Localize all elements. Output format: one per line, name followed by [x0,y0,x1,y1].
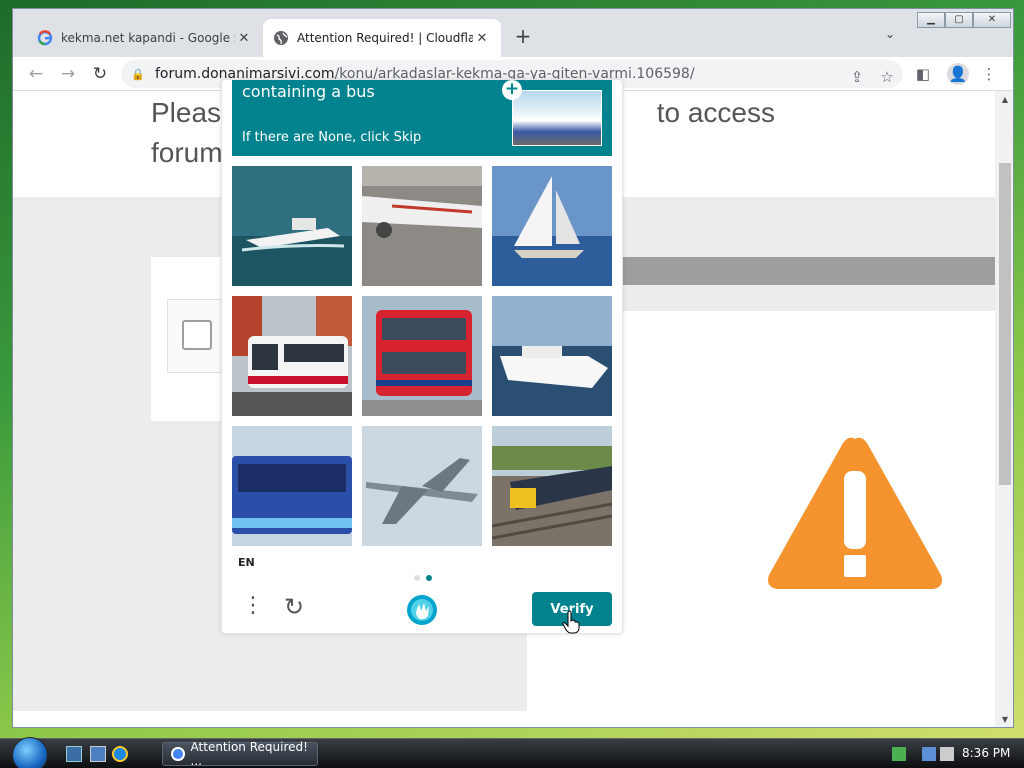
bookmark-star-icon[interactable]: ☆ [877,67,897,87]
tab-strip: kekma.net kapandi - Google Sear ✕ Attent… [13,9,1013,57]
maximize-button[interactable]: ▢ [945,12,973,28]
tab-title: kekma.net kapandi - Google Sear [61,31,235,45]
captcha-menu-kebab-icon[interactable]: ⋮ [242,592,264,622]
globe-icon [273,30,289,46]
captcha-prompt: containing a bus If there are None, clic… [232,80,612,156]
google-icon [37,30,53,46]
tab-cloudflare[interactable]: Attention Required! | Cloudflare ✕ [263,19,501,57]
scroll-down-arrow-icon[interactable]: ▼ [995,715,1013,724]
hcaptcha-checkbox[interactable] [182,320,212,350]
tab-title: Attention Required! | Cloudflare [297,31,473,45]
taskbar-window-label: Attention Required! ... [190,740,308,768]
side-panel-icon[interactable]: ◧ [913,64,933,84]
decorative-stripe [623,257,995,285]
browser-window: kekma.net kapandi - Google Sear ✕ Attent… [12,8,1014,728]
captcha-refresh-icon[interactable]: ↻ [280,594,308,622]
language-selector[interactable]: EN [238,556,255,569]
page-scrollbar[interactable]: ▲ ▼ [995,91,1013,727]
warning-triangle-icon [768,437,942,589]
captcha-tile-train[interactable] [492,426,612,546]
volume-muted-icon[interactable] [940,747,954,761]
back-arrow-icon[interactable]: ← [25,63,47,85]
close-window-button[interactable]: ✕ [973,12,1011,28]
tab-google-search[interactable]: kekma.net kapandi - Google Sear ✕ [27,19,263,57]
captcha-tile-white-yacht[interactable] [492,296,612,416]
page-dot-active [426,575,432,581]
taskbar: Attention Required! ... 8:36 PM [0,737,1024,768]
captcha-tile-double-decker-bus[interactable] [362,296,482,416]
switch-windows-icon[interactable] [90,746,106,762]
captcha-tile-city-bus[interactable] [232,296,352,416]
hcaptcha-logo-icon [407,595,437,625]
taskbar-window-button[interactable]: Attention Required! ... [162,740,318,768]
hcaptcha-challenge: containing a bus If there are None, clic… [221,79,623,634]
chrome-icon [171,747,185,761]
network-icon[interactable] [922,747,936,761]
lock-icon: 🔒 [131,67,145,81]
scroll-thumb[interactable] [999,163,1011,485]
minimize-button[interactable]: ▁ [917,12,945,28]
profile-avatar-icon[interactable]: 👤 [947,63,969,85]
captcha-tile-airplane-runway[interactable] [362,166,482,286]
captcha-tile-airplane-landing[interactable] [362,426,482,546]
share-icon[interactable]: ⇪ [847,67,867,87]
close-icon[interactable]: ✕ [235,31,253,46]
captcha-tile-motor-yacht[interactable] [232,166,352,286]
clock[interactable]: 8:36 PM [962,746,1010,760]
tab-search-chevron-icon[interactable]: ⌄ [885,27,895,41]
scroll-up-arrow-icon[interactable]: ▲ [995,95,1013,104]
prompt-text: containing a bus [242,82,375,101]
close-icon[interactable]: ✕ [473,31,491,46]
internet-explorer-icon[interactable] [112,746,128,762]
tray-app-icon[interactable] [892,747,906,761]
page-dot [414,575,420,581]
show-desktop-icon[interactable] [66,746,82,762]
captcha-tile-blue-bus[interactable] [232,426,352,546]
captcha-tile-sailboat[interactable] [492,166,612,286]
start-orb-icon[interactable] [12,737,48,768]
forward-arrow-icon[interactable]: → [57,63,79,85]
new-tab-button[interactable]: + [511,25,535,49]
reload-icon[interactable]: ↻ [89,63,111,85]
kebab-menu-icon[interactable]: ⋮ [979,64,999,84]
page-indicator [414,566,438,585]
plus-icon[interactable]: + [502,80,522,100]
hand-cursor-icon [562,610,580,634]
sample-bus-image [512,90,602,146]
prompt-hint: If there are None, click Skip [242,130,422,145]
